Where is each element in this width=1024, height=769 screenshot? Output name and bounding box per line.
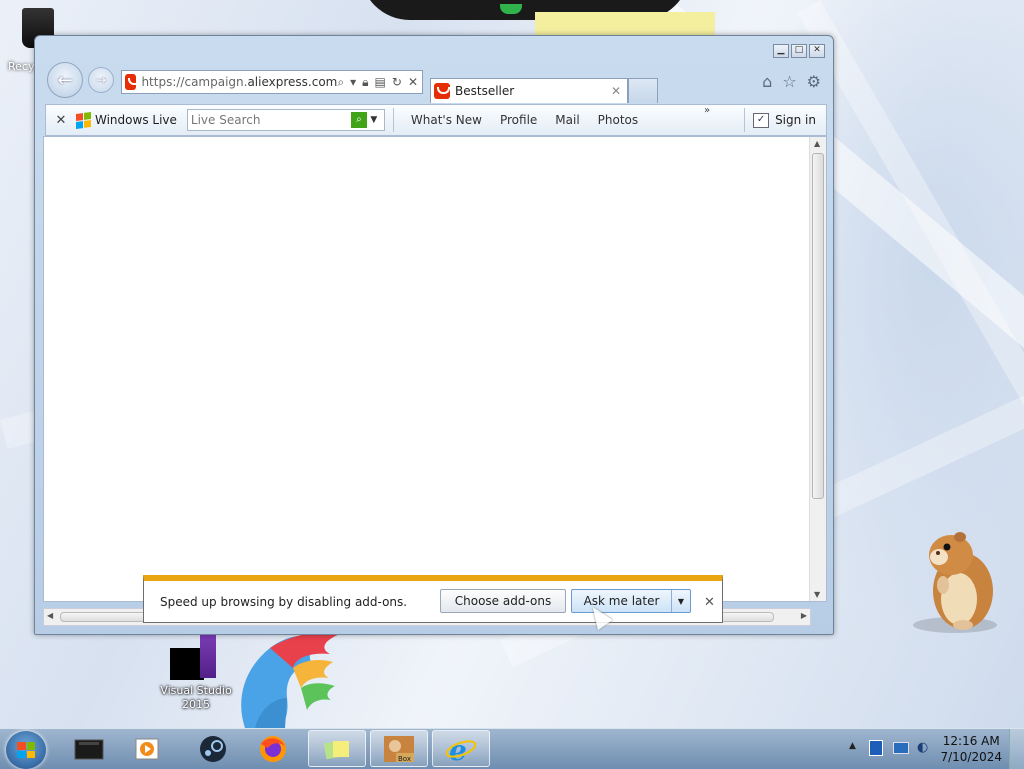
ask-later-dropdown-icon[interactable]: ▼ — [671, 590, 690, 612]
favorites-star-icon[interactable]: ☆ — [782, 72, 796, 91]
scroll-left-icon[interactable]: ◀ — [47, 611, 53, 620]
home-icon[interactable]: ⌂ — [762, 72, 772, 91]
address-bar-icons: ⌕ ▾ 🔒︎ ▤ ↻ ✕ — [337, 75, 422, 90]
vertical-scroll-thumb[interactable] — [812, 153, 824, 499]
taskbar-terminal-button[interactable] — [60, 730, 118, 767]
back-arrow-icon: ← — [57, 69, 73, 91]
scroll-up-icon[interactable]: ▲ — [814, 139, 820, 148]
clock-date: 7/10/2024 — [940, 750, 1002, 764]
ask-me-later-label: Ask me later — [583, 594, 660, 608]
back-button[interactable]: ← — [47, 62, 83, 98]
pony-wallpaper-art — [215, 628, 350, 728]
show-hidden-icons-icon[interactable]: ▲ — [849, 741, 856, 751]
taskbar: Box e ▲ ◐ 12:16 AM 7/10/2024 — [0, 728, 1024, 769]
search-dropdown-icon[interactable]: ▼ — [367, 115, 381, 125]
minimize-button[interactable]: ▁ — [773, 44, 789, 58]
volume-icon[interactable]: ◐ — [917, 740, 928, 755]
live-search-box: ⌕ ▼ — [186, 109, 385, 131]
internet-explorer-icon: e — [445, 734, 477, 764]
firefox-icon — [260, 735, 286, 762]
taskbar-sticky-notes-button[interactable] — [308, 730, 366, 767]
forward-button[interactable]: → — [88, 67, 114, 93]
media-player-icon — [135, 738, 159, 759]
checkmark-icon: ✓ — [753, 112, 770, 128]
taskbar-internet-explorer-button[interactable]: e — [432, 730, 490, 767]
visual-studio-icon[interactable]: Visual Studio 2015 — [160, 632, 232, 712]
url-scheme: https:// — [141, 75, 185, 89]
notification-message: Speed up browsing by disabling add-ons. — [160, 595, 408, 609]
taskbar-sandbox-button[interactable]: Box — [370, 730, 428, 767]
aliexpress-favicon-icon — [125, 74, 142, 90]
tab-bestseller[interactable]: Bestseller ✕ — [430, 78, 628, 103]
hamster-desktop-pet[interactable] — [905, 525, 1000, 635]
ie-window: ▁ □ ✕ ← → https://campaign.aliexpress.co… — [34, 35, 834, 635]
browser-right-icons: ⌂ ☆ ⚙ — [762, 72, 821, 91]
clock-time: 12:16 AM — [942, 734, 1000, 748]
scroll-down-icon[interactable]: ▼ — [814, 590, 820, 599]
taskbar-media-player-button[interactable] — [118, 730, 176, 767]
taskbar-firefox-button[interactable] — [244, 730, 302, 767]
svg-text:e: e — [449, 734, 467, 764]
windows-logo-icon — [17, 742, 35, 758]
start-button[interactable] — [6, 731, 46, 769]
url-host: aliexpress.com — [247, 75, 338, 89]
toolbar-overflow-chevron-icon[interactable]: » — [704, 105, 710, 116]
taskbar-steam-button[interactable] — [184, 730, 242, 767]
sandbox-icon: Box — [384, 735, 414, 763]
visual-studio-label: Visual Studio 2015 — [160, 684, 232, 711]
url-subdomain: campaign. — [184, 75, 248, 89]
toolbar-close-button[interactable]: ✕ — [46, 113, 76, 128]
toolbar-link-profile[interactable]: Profile — [500, 113, 537, 127]
steam-icon — [200, 735, 226, 762]
tab-title: Bestseller — [455, 84, 515, 98]
tab-favicon-icon — [434, 83, 450, 99]
windows-live-label: Windows Live — [95, 113, 177, 127]
choose-addons-button[interactable]: Choose add-ons — [440, 589, 566, 613]
tray-app-icon[interactable] — [869, 740, 883, 756]
windows-live-button[interactable]: Windows Live — [76, 111, 177, 129]
compatibility-view-icon[interactable]: ▤ — [375, 75, 386, 90]
dropdown-arrow-icon[interactable]: ▾ — [350, 75, 356, 90]
address-url[interactable]: https://campaign.aliexpress.com — [141, 75, 337, 89]
svg-text:Box: Box — [398, 755, 411, 763]
clock[interactable]: 12:16 AM 7/10/2024 — [940, 733, 1002, 765]
sticky-notes-icon — [323, 740, 349, 759]
address-bar[interactable]: https://campaign.aliexpress.com ⌕ ▾ 🔒︎ ▤… — [121, 70, 423, 94]
recycle-bin-label: Recy — [8, 60, 35, 73]
addons-notification-bar: Speed up browsing by disabling add-ons. … — [143, 575, 723, 623]
search-icon[interactable]: ⌕ — [337, 75, 344, 90]
toolbar-separator — [744, 108, 746, 132]
forward-arrow-icon: → — [95, 73, 107, 87]
stop-icon[interactable]: ✕ — [408, 75, 418, 90]
windows-flag-icon — [76, 111, 91, 129]
live-search-input[interactable] — [187, 112, 351, 128]
window-controls: ▁ □ ✕ — [773, 44, 825, 58]
sign-in-label: Sign in — [775, 113, 816, 127]
sign-in-button[interactable]: ✓ Sign in — [753, 112, 826, 128]
new-tab-button[interactable] — [628, 78, 658, 103]
toolbar-link-whats-new[interactable]: What's New — [411, 113, 482, 127]
vertical-scrollbar[interactable]: ▲ ▼ — [809, 137, 826, 601]
show-desktop-button[interactable] — [1009, 729, 1024, 769]
notification-close-icon[interactable]: ✕ — [704, 595, 715, 610]
maximize-button[interactable]: □ — [791, 44, 807, 58]
toolbar-link-mail[interactable]: Mail — [555, 113, 579, 127]
page-content-area[interactable]: ▲ ▼ — [43, 136, 827, 602]
network-icon[interactable] — [893, 742, 909, 754]
search-go-icon[interactable]: ⌕ — [350, 112, 367, 128]
lock-icon[interactable]: 🔒︎ — [362, 75, 368, 90]
terminal-icon — [74, 739, 104, 759]
refresh-icon[interactable]: ↻ — [392, 75, 402, 90]
close-window-button[interactable]: ✕ — [809, 44, 825, 58]
toolbar-separator — [392, 108, 394, 132]
scroll-right-icon[interactable]: ▶ — [801, 611, 807, 620]
tab-close-icon[interactable]: ✕ — [611, 84, 621, 98]
settings-gear-icon[interactable]: ⚙ — [807, 72, 821, 91]
windows-live-toolbar: ✕ Windows Live ⌕ ▼ What's New Profile Ma… — [45, 104, 827, 136]
toolbar-link-photos[interactable]: Photos — [598, 113, 638, 127]
system-tray: ▲ ◐ 12:16 AM 7/10/2024 — [843, 729, 1024, 769]
